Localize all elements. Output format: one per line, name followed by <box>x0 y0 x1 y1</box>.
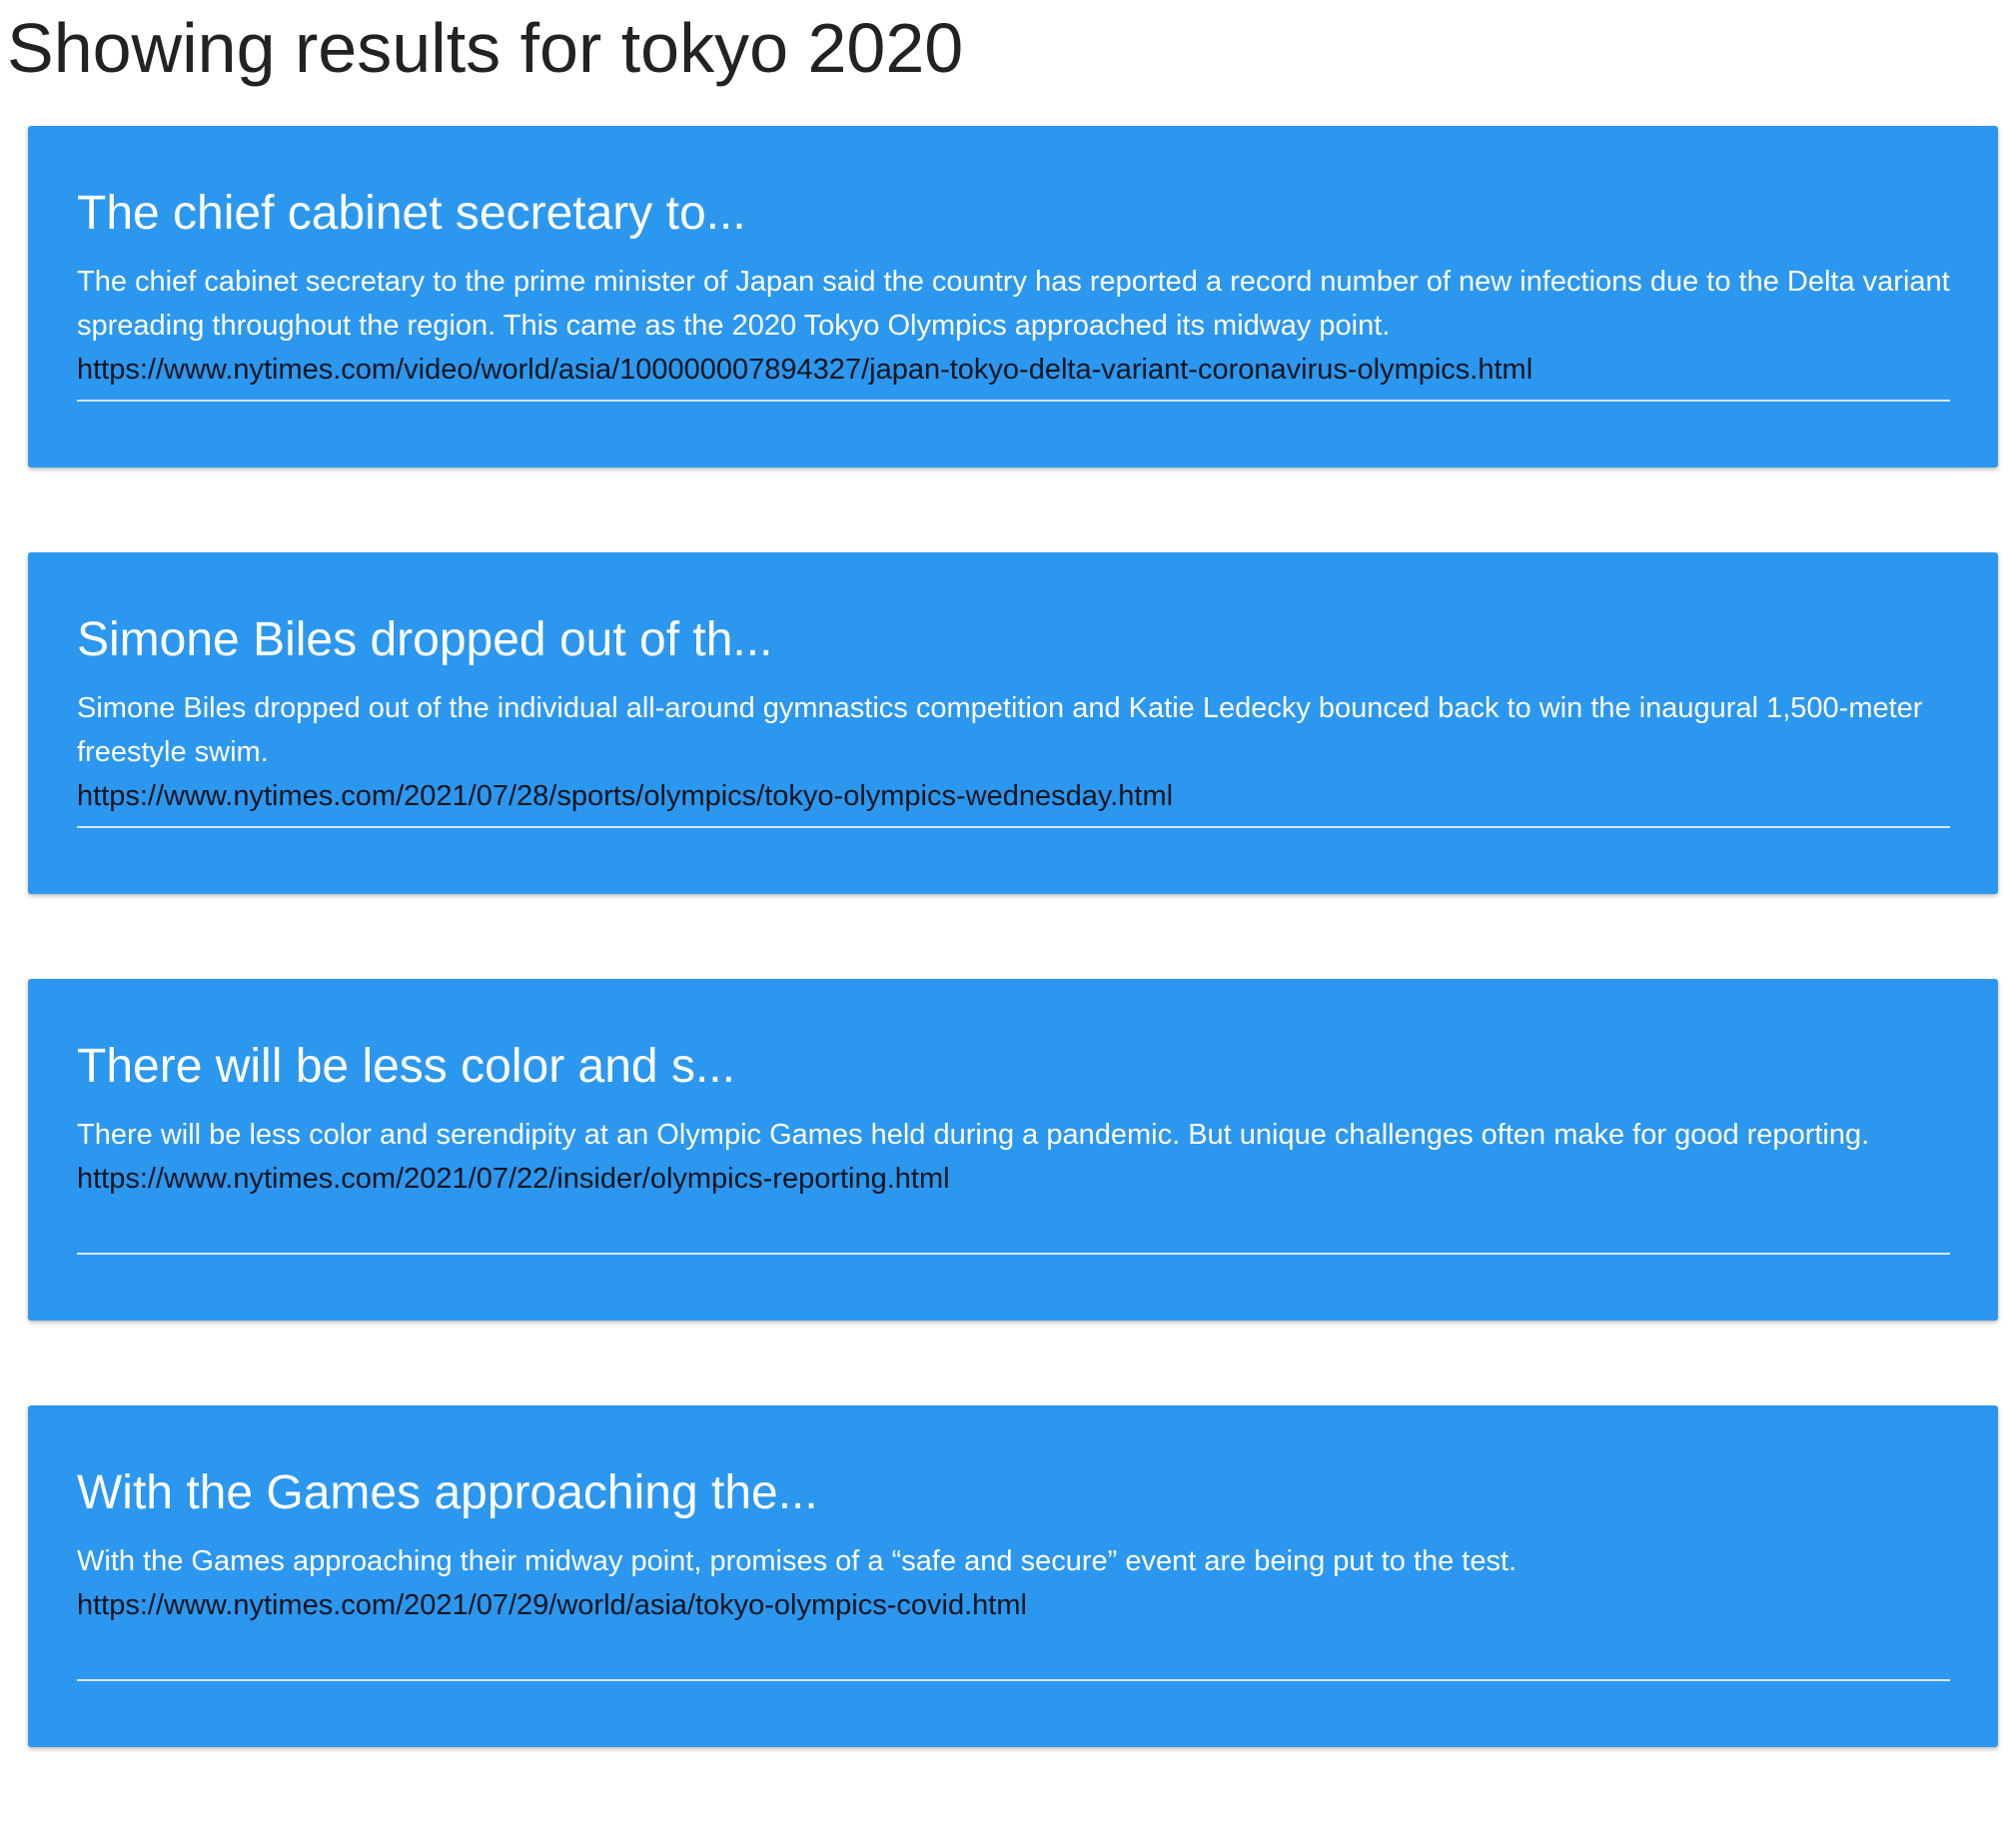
result-title: The chief cabinet secretary to... <box>77 187 746 240</box>
result-description: Simone Biles dropped out of the individu… <box>77 692 1923 768</box>
result-link[interactable]: https://www.nytimes.com/2021/07/28/sport… <box>77 774 1950 818</box>
result-description: There will be less color and serendipity… <box>77 1119 1870 1151</box>
result-title: With the Games approaching the... <box>77 1466 818 1519</box>
result-description: With the Games approaching their midway … <box>77 1545 1517 1577</box>
result-description: The chief cabinet secretary to the prime… <box>77 266 1950 342</box>
result-card: The chief cabinet secretary to... The ch… <box>28 126 1998 467</box>
result-card: Simone Biles dropped out of th... Simone… <box>28 552 1998 894</box>
results-list: The chief cabinet secretary to... The ch… <box>28 126 1998 1832</box>
result-divider <box>77 400 1950 402</box>
result-link[interactable]: https://www.nytimes.com/2021/07/29/world… <box>77 1583 1950 1627</box>
result-link[interactable]: https://www.nytimes.com/video/world/asia… <box>77 348 1950 392</box>
result-card: There will be less color and s... There … <box>28 979 1998 1321</box>
result-divider <box>77 826 1950 828</box>
page-title: Showing results for tokyo 2020 <box>7 9 964 87</box>
result-divider <box>77 1679 1950 1681</box>
result-link[interactable]: https://www.nytimes.com/2021/07/22/insid… <box>77 1157 1950 1201</box>
result-title: There will be less color and s... <box>77 1040 735 1093</box>
result-card: With the Games approaching the... With t… <box>28 1405 1998 1747</box>
result-title: Simone Biles dropped out of th... <box>77 613 773 666</box>
result-divider <box>77 1253 1950 1255</box>
